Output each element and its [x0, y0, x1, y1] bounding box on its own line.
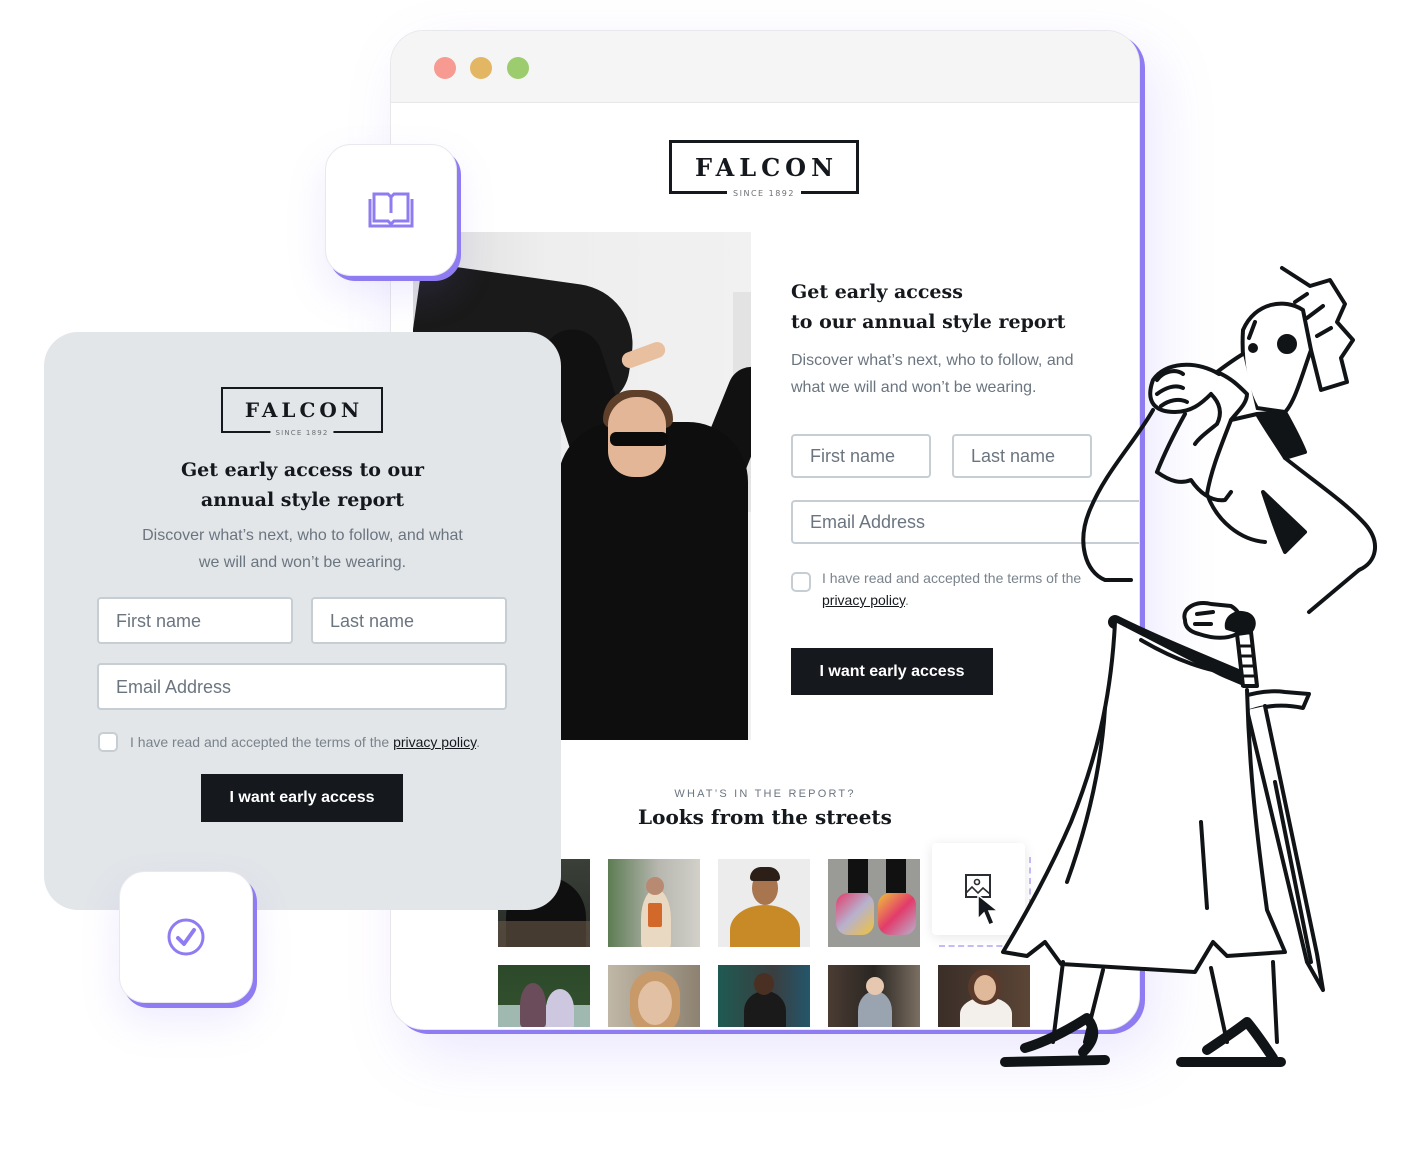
gallery-image[interactable]	[608, 965, 700, 1027]
gallery-image[interactable]	[608, 859, 700, 947]
gallery-image[interactable]	[828, 965, 920, 1027]
window-maximize-button[interactable]	[507, 57, 529, 79]
gallery-image[interactable]	[828, 859, 920, 947]
brand-name: FALCON	[244, 398, 364, 422]
brand-logo: FALCON SINCE 1892	[669, 140, 859, 198]
popup-title: Get early access to our annual style rep…	[180, 459, 425, 511]
brand-name: FALCON	[694, 152, 839, 182]
popup-description: Discover what’s next, who to follow, and…	[142, 527, 463, 571]
gallery-image[interactable]	[718, 965, 810, 1027]
privacy-policy-link[interactable]: privacy policy	[822, 592, 905, 608]
popup-first-name-input[interactable]: First name	[97, 597, 293, 644]
first-name-input[interactable]: First name	[791, 434, 931, 478]
window-minimize-button[interactable]	[470, 57, 492, 79]
brand-tagline: SINCE 1892	[727, 189, 801, 198]
brand-tagline: SINCE 1892	[270, 429, 334, 437]
early-access-button[interactable]: I want early access	[791, 648, 993, 695]
popup-terms-checkbox[interactable]	[98, 732, 118, 752]
check-circle-icon	[167, 918, 205, 956]
signup-popup: FALCON SINCE 1892 Get early access to ou…	[44, 332, 561, 910]
book-tile[interactable]	[325, 144, 457, 276]
check-tile[interactable]	[119, 871, 253, 1003]
window-close-button[interactable]	[434, 57, 456, 79]
popup-terms-label: I have read and accepted the terms of th…	[130, 734, 480, 750]
popup-brand-logo: FALCON SINCE 1892	[221, 387, 383, 437]
gallery-image[interactable]	[718, 859, 810, 947]
popup-email-input[interactable]: Email Address	[97, 663, 507, 710]
book-open-icon	[368, 192, 414, 228]
popup-last-name-input[interactable]: Last name	[311, 597, 507, 644]
popup-early-access-button[interactable]: I want early access	[201, 774, 403, 822]
browser-titlebar	[391, 31, 1139, 103]
popup-privacy-policy-link[interactable]: privacy policy	[393, 734, 476, 750]
warrior-illustration	[1000, 266, 1378, 1067]
terms-checkbox[interactable]	[791, 572, 811, 592]
gallery-image[interactable]	[498, 965, 590, 1027]
